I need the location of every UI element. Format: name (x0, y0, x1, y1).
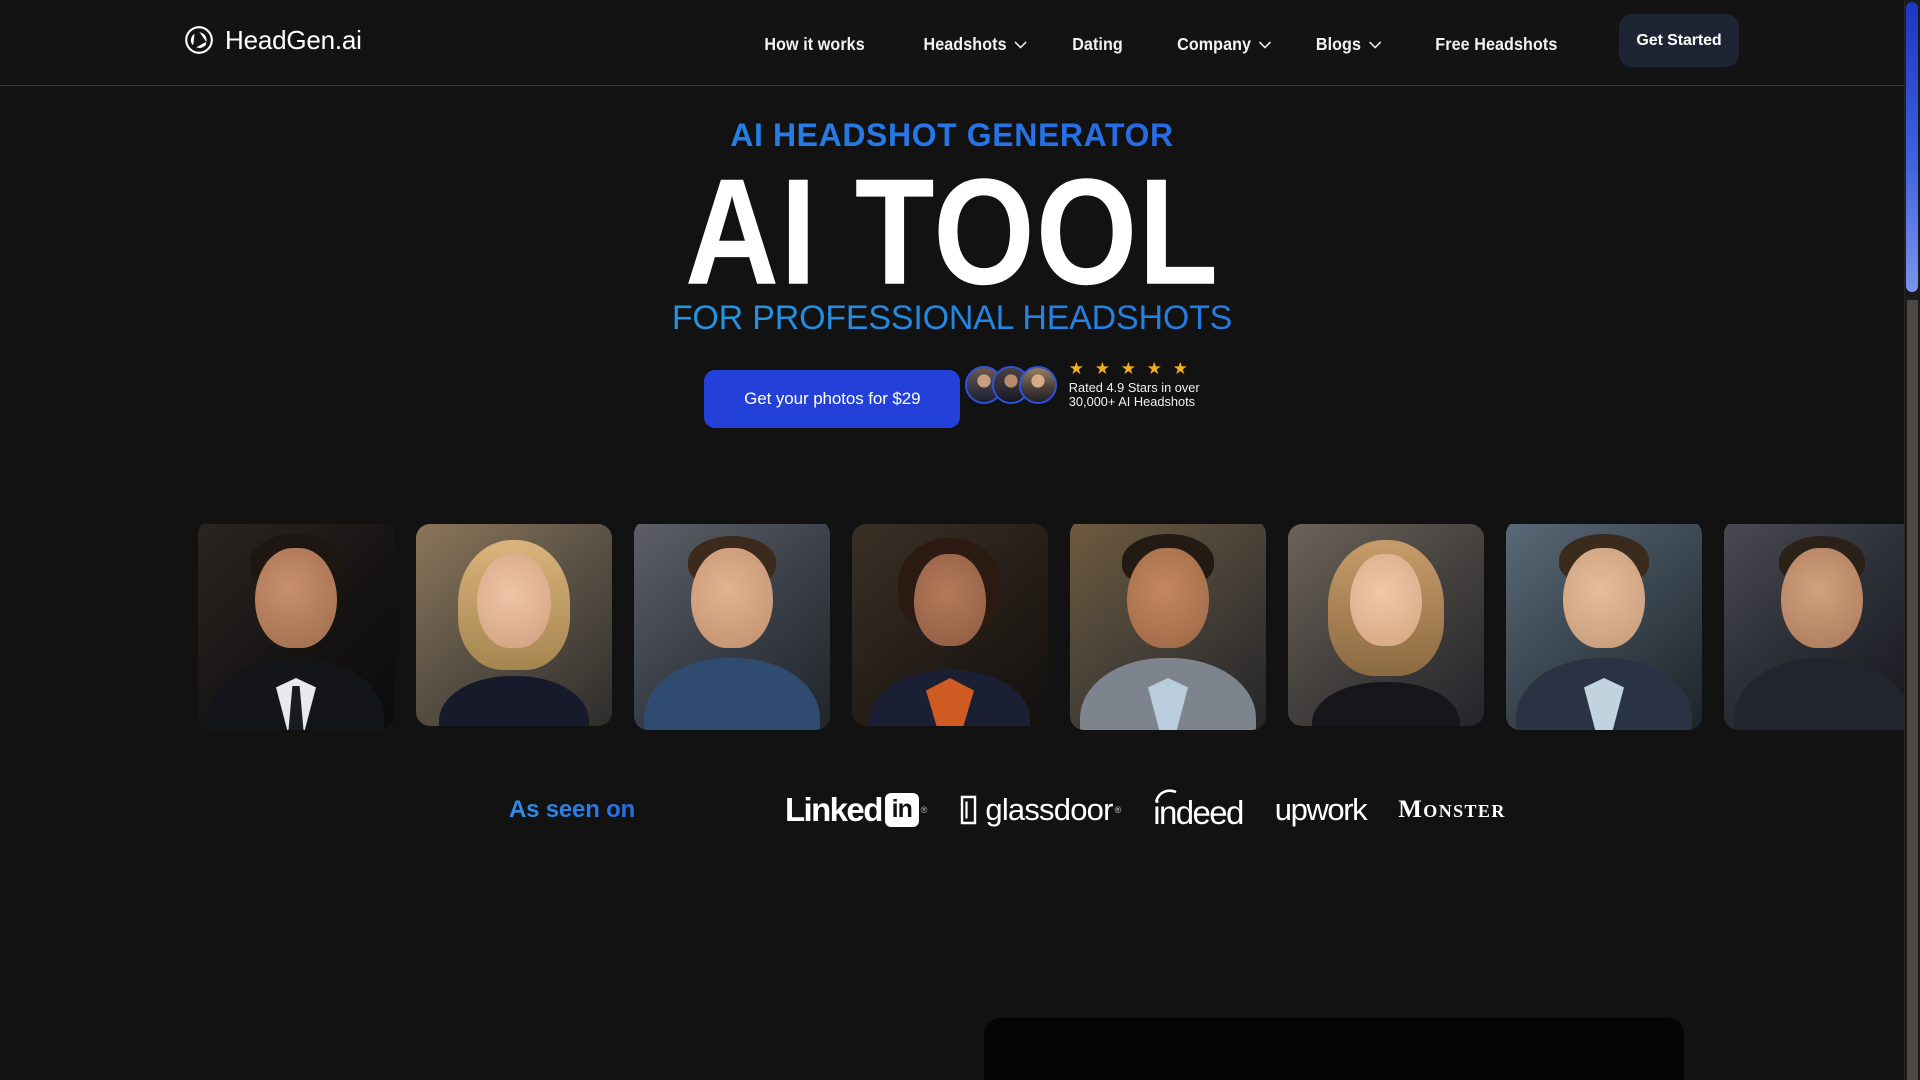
glassdoor-logo: glassdoor ® (959, 792, 1121, 828)
indeed-logo: indeed (1153, 788, 1244, 832)
main-navigation: How it works Headshots Dating Company Bl… (760, 28, 1603, 61)
nav-item-how-it-works[interactable]: How it works (764, 28, 864, 61)
gallery-item[interactable] (1288, 524, 1484, 726)
nav-label: How it works (764, 34, 865, 54)
rating-block: ★ ★ ★ ★ ★ Rated 4.9 Stars in over 30,000… (964, 360, 1200, 410)
gallery-item[interactable] (634, 524, 830, 730)
linkedin-wordmark: Linked (785, 791, 883, 828)
star-rating-icon: ★ ★ ★ ★ ★ (1068, 358, 1191, 378)
gallery-track[interactable] (198, 524, 1904, 730)
nav-label: Blogs (1315, 34, 1362, 54)
nav-label: Headshots (923, 34, 1007, 54)
nav-label: Dating (1071, 34, 1123, 54)
hero-section: AI HEADSHOT GENERATOR AI TOOL FOR PROFES… (0, 86, 1904, 428)
scrollbar-track-lower[interactable] (1907, 300, 1918, 1080)
nav-item-company[interactable]: Company (1177, 28, 1271, 61)
page-scrollbar[interactable] (1904, 0, 1920, 1080)
brand-logo-link[interactable]: HeadGen.ai (183, 24, 362, 56)
registered-mark: ® (920, 805, 928, 815)
nav-item-headshots[interactable]: Headshots (924, 28, 1027, 61)
gallery-item[interactable] (852, 524, 1048, 726)
get-started-button[interactable]: Get Started (1619, 14, 1739, 67)
gallery-item[interactable] (198, 524, 394, 730)
glassdoor-wordmark: glassdoor (985, 792, 1113, 827)
nav-item-free-headshots[interactable]: Free Headshots (1435, 28, 1557, 61)
scrollbar-thumb[interactable] (1906, 2, 1918, 292)
monster-wordmark: Monster (1398, 796, 1506, 823)
upwork-logo: upwork (1274, 792, 1368, 828)
monster-logo: Monster (1398, 796, 1505, 824)
partner-logos: Linked in ® glassdoor ® indeed upwork Mons (785, 787, 1506, 833)
as-seen-on-label: As seen on (509, 796, 636, 823)
indeed-arc-icon (1155, 789, 1177, 802)
chevron-down-icon (1259, 41, 1271, 48)
linkedin-logo: Linked in ® (785, 791, 927, 829)
rating-avatars (964, 365, 1057, 404)
linkedin-in-badge: in (884, 793, 919, 827)
hero-headline: AI TOOL (684, 148, 1220, 317)
nav-label: Company (1176, 34, 1251, 54)
site-header: HeadGen.ai How it works Headshots Dating… (0, 0, 1904, 86)
page-root: HeadGen.ai How it works Headshots Dating… (0, 0, 1920, 1080)
nav-item-blogs[interactable]: Blogs (1315, 28, 1382, 61)
gallery-item[interactable] (1724, 524, 1904, 730)
nav-item-dating[interactable]: Dating (1072, 28, 1123, 61)
camera-shutter-icon (185, 26, 213, 54)
rating-line-1: Rated 4.9 Stars in over (1068, 379, 1200, 395)
chevron-down-icon (1369, 41, 1382, 48)
upwork-wordmark: upwork (1274, 792, 1368, 827)
headshot-gallery (0, 524, 1904, 734)
brand-name: HeadGen.ai (225, 24, 362, 55)
avatar (1018, 365, 1057, 404)
rating-line-2: 30,000+ AI Headshots (1068, 394, 1196, 410)
rating-text-block: ★ ★ ★ ★ ★ Rated 4.9 Stars in over 30,000… (1069, 360, 1200, 410)
gallery-item[interactable] (1506, 524, 1702, 730)
gallery-item[interactable] (1070, 524, 1266, 730)
get-photos-cta-button[interactable]: Get your photos for $29 (704, 369, 961, 428)
nav-label: Free Headshots (1435, 34, 1558, 54)
registered-mark: ® (1114, 805, 1122, 815)
video-panel[interactable] (984, 1018, 1684, 1080)
gallery-item[interactable] (416, 524, 612, 726)
chevron-down-icon (1015, 41, 1027, 48)
glassdoor-door-icon (961, 795, 977, 825)
